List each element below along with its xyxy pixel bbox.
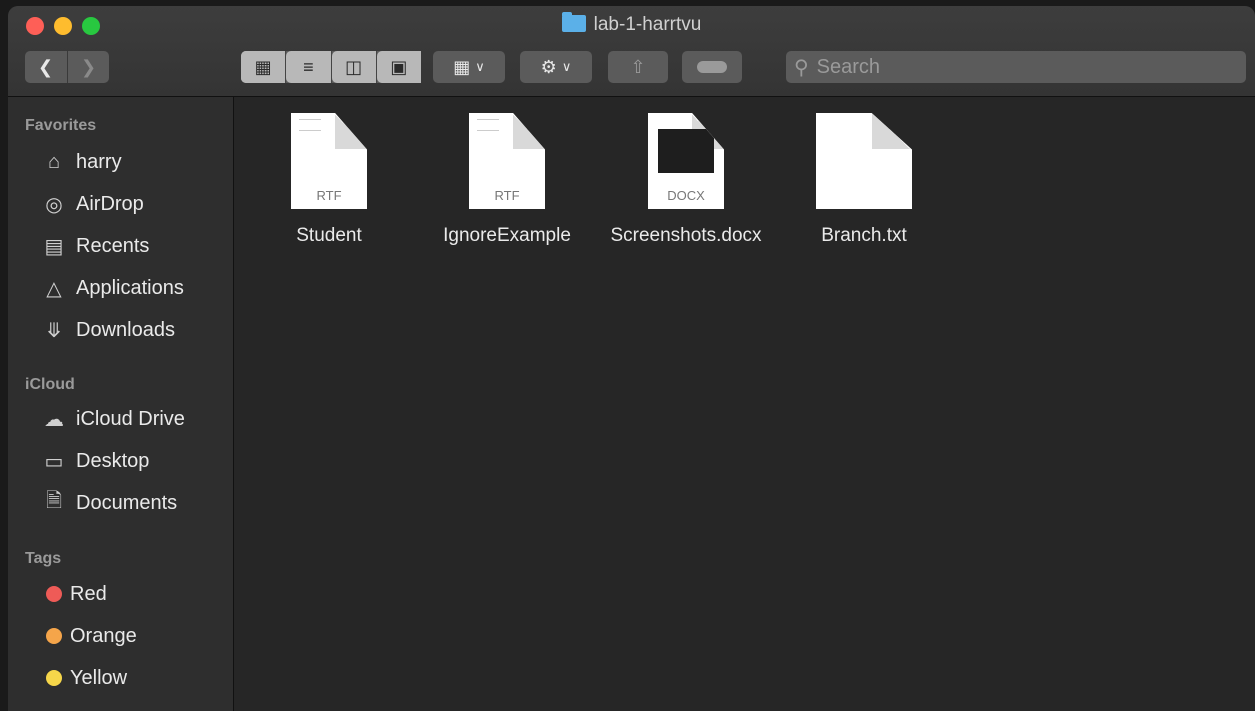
tag-dot-icon [46,586,62,602]
gear-icon: ⚙ [540,56,557,77]
favorites-header: Favorites [25,117,97,134]
recents-icon: ▤ [44,235,64,258]
tags-header: Tags [25,550,62,567]
file-item[interactable]: Branch.txt [779,113,949,247]
desktop-icon: ▭ [44,450,64,473]
file-name: Branch.txt [821,225,907,246]
sidebar-tag-yellow[interactable]: Yellow [38,661,127,695]
gallery-view-button[interactable]: ▣ [375,51,421,83]
sidebar-item-icloud-drive[interactable]: ☁ iCloud Drive [38,402,185,436]
sidebar-item-desktop[interactable]: ▭ Desktop [38,444,150,478]
window-title: lab-1-harrtvu [8,12,1255,36]
rtf-document-icon: RTF [469,113,545,209]
grid-icon: ▦ [241,51,286,83]
applications-icon: △ [46,277,62,300]
home-icon: ⌂ [47,150,61,173]
tag-icon [697,61,727,73]
tag-dot-icon [46,670,62,686]
forward-button[interactable]: ❯ [66,51,110,83]
document-preview [658,129,714,173]
chevron-down-icon: ∨ [561,59,572,74]
group-by-button[interactable]: ▦ ∨ [433,51,505,83]
search-icon: ⚲ [794,56,809,79]
column-view-button[interactable]: ◫ [330,51,376,83]
gallery-icon: ▣ [376,51,421,83]
icon-view-button[interactable]: ▦ [241,51,286,83]
chevron-right-icon: ❯ [80,56,97,77]
action-button[interactable]: ⚙ ∨ [520,51,592,83]
back-button[interactable]: ❮ [25,51,67,83]
columns-icon: ◫ [331,51,376,83]
file-item[interactable]: RTF Student [244,113,414,247]
search-field[interactable]: ⚲ [786,51,1246,83]
tag-button[interactable] [682,51,742,83]
share-icon: ⇧ [630,56,646,77]
share-button[interactable]: ⇧ [608,51,668,83]
list-view-button[interactable]: ≡ [285,51,331,83]
chevron-down-icon: ∨ [475,59,485,74]
search-input[interactable] [814,54,1199,80]
sidebar-item-harry[interactable]: ⌂ harry [38,145,122,179]
file-item[interactable]: RTF IgnoreExample [422,113,592,247]
toolbar: lab-1-harrtvu ❮ ❯ ▦ ≡ ◫ ▣ ▦ ∨ ⚙ ∨ ⇧ ⚲ [8,6,1255,97]
nav-buttons: ❮ ❯ [25,51,109,83]
group-icon: ▦ [453,56,471,77]
sidebar-item-airdrop[interactable]: ◎ AirDrop [38,187,144,221]
sidebar-item-recents[interactable]: ▤ Recents [38,229,150,263]
sidebar-item-downloads[interactable]: ⤋ Downloads [38,313,175,347]
downloads-icon: ⤋ [45,319,63,342]
view-mode-control: ▦ ≡ ◫ ▣ [241,51,421,83]
chevron-left-icon: ❮ [37,56,54,77]
airdrop-icon: ◎ [45,193,63,216]
documents-icon: 🗎 [45,490,63,512]
sidebar-item-documents[interactable]: 🗎 Documents [38,486,177,520]
icloud-header: iCloud [25,376,75,393]
sidebar-item-applications[interactable]: △ Applications [38,271,184,305]
file-name: IgnoreExample [443,225,571,246]
text-document-icon [816,113,912,209]
sidebar-tag-red[interactable]: Red [38,577,107,611]
tag-dot-icon [46,628,62,644]
docx-document-icon: DOCX [648,113,724,209]
sidebar: Favorites ⌂ harry ◎ AirDrop ▤ Recents △ Appl… [8,97,234,711]
folder-icon [561,12,586,32]
list-icon: ≡ [286,51,331,83]
file-name: Screenshots.docx [610,225,762,246]
finder-window: lab-1-harrtvu ❮ ❯ ▦ ≡ ◫ ▣ ▦ ∨ ⚙ ∨ ⇧ ⚲ Se… [8,6,1255,711]
file-area: RTF Student RTF IgnoreExample DOCX Scree… [234,97,1255,711]
rtf-document-icon: RTF [291,113,367,209]
file-item[interactable]: DOCX Screenshots.docx [601,113,771,247]
file-name: Student [296,225,362,246]
sidebar-tag-orange[interactable]: Orange [38,619,137,653]
cloud-icon: ☁ [44,408,64,431]
